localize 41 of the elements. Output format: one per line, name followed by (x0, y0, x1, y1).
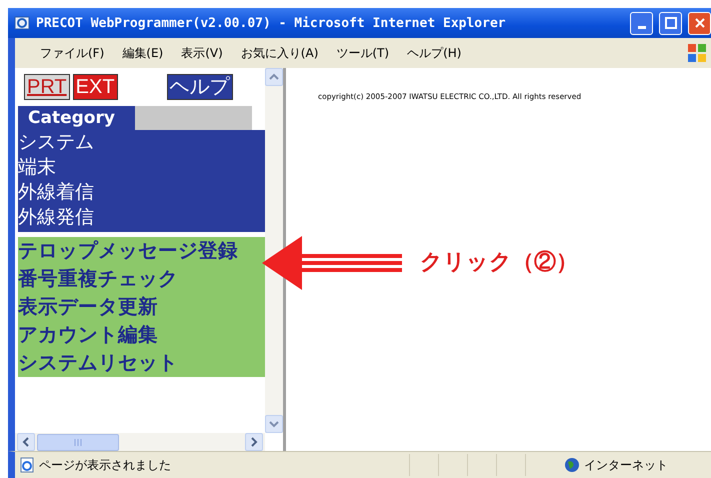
action-link[interactable]: テロップメッセージ登録 (18, 237, 265, 265)
close-button[interactable] (688, 12, 711, 34)
menu-item[interactable]: ヘルプ(H) (398, 44, 470, 62)
exit-button[interactable]: EXT (72, 74, 118, 100)
action-link[interactable]: アカウント編集 (18, 321, 265, 349)
arrow-icon (262, 236, 402, 290)
category-tab[interactable]: Category (18, 106, 135, 130)
horizontal-scrollbar[interactable] (15, 433, 265, 451)
status-message: ページが表示されました (39, 456, 172, 474)
category-link[interactable]: 外線着信 (18, 180, 265, 205)
menu-item[interactable]: 編集(E) (113, 44, 172, 62)
grip-icon (74, 438, 82, 446)
category-link[interactable]: システム (18, 130, 265, 155)
maximize-button[interactable] (659, 12, 682, 34)
window-title: PRECOT WebProgrammer(v2.00.07) - Microsoft Internet Explorer (36, 16, 507, 30)
menu-item[interactable]: 表示(V) (172, 44, 232, 62)
minimize-icon (638, 26, 646, 28)
category-link[interactable]: 外線発信 (18, 205, 265, 230)
vertical-scrollbar[interactable] (265, 68, 283, 433)
menu-item[interactable]: お気に入り(A) (232, 44, 328, 62)
action-link[interactable]: システムリセット (18, 349, 265, 377)
page-icon (19, 457, 35, 473)
menu-item[interactable]: ツール(T) (327, 44, 398, 62)
browser-icon (14, 15, 30, 31)
maximize-icon (664, 17, 676, 29)
action-link[interactable]: 表示データ更新 (18, 293, 265, 321)
windows-logo-icon (687, 43, 707, 63)
caret-up-icon[interactable] (269, 73, 279, 81)
category-link[interactable]: 端末 (18, 155, 265, 180)
action-link[interactable]: 番号重複チェック (18, 265, 265, 293)
annotation-text: クリック（②） (420, 248, 578, 277)
zone-label: インターネット (584, 456, 668, 474)
caret-left-icon[interactable] (22, 437, 30, 447)
caret-right-icon[interactable] (250, 437, 258, 447)
menu-item[interactable]: ファイル(F) (31, 44, 114, 62)
close-icon (694, 17, 706, 29)
print-button[interactable]: PRT (24, 74, 70, 100)
minimize-button[interactable] (630, 12, 653, 34)
caret-down-icon[interactable] (269, 420, 279, 428)
globe-icon (564, 457, 580, 473)
help-button[interactable]: ヘルプ (166, 74, 233, 100)
